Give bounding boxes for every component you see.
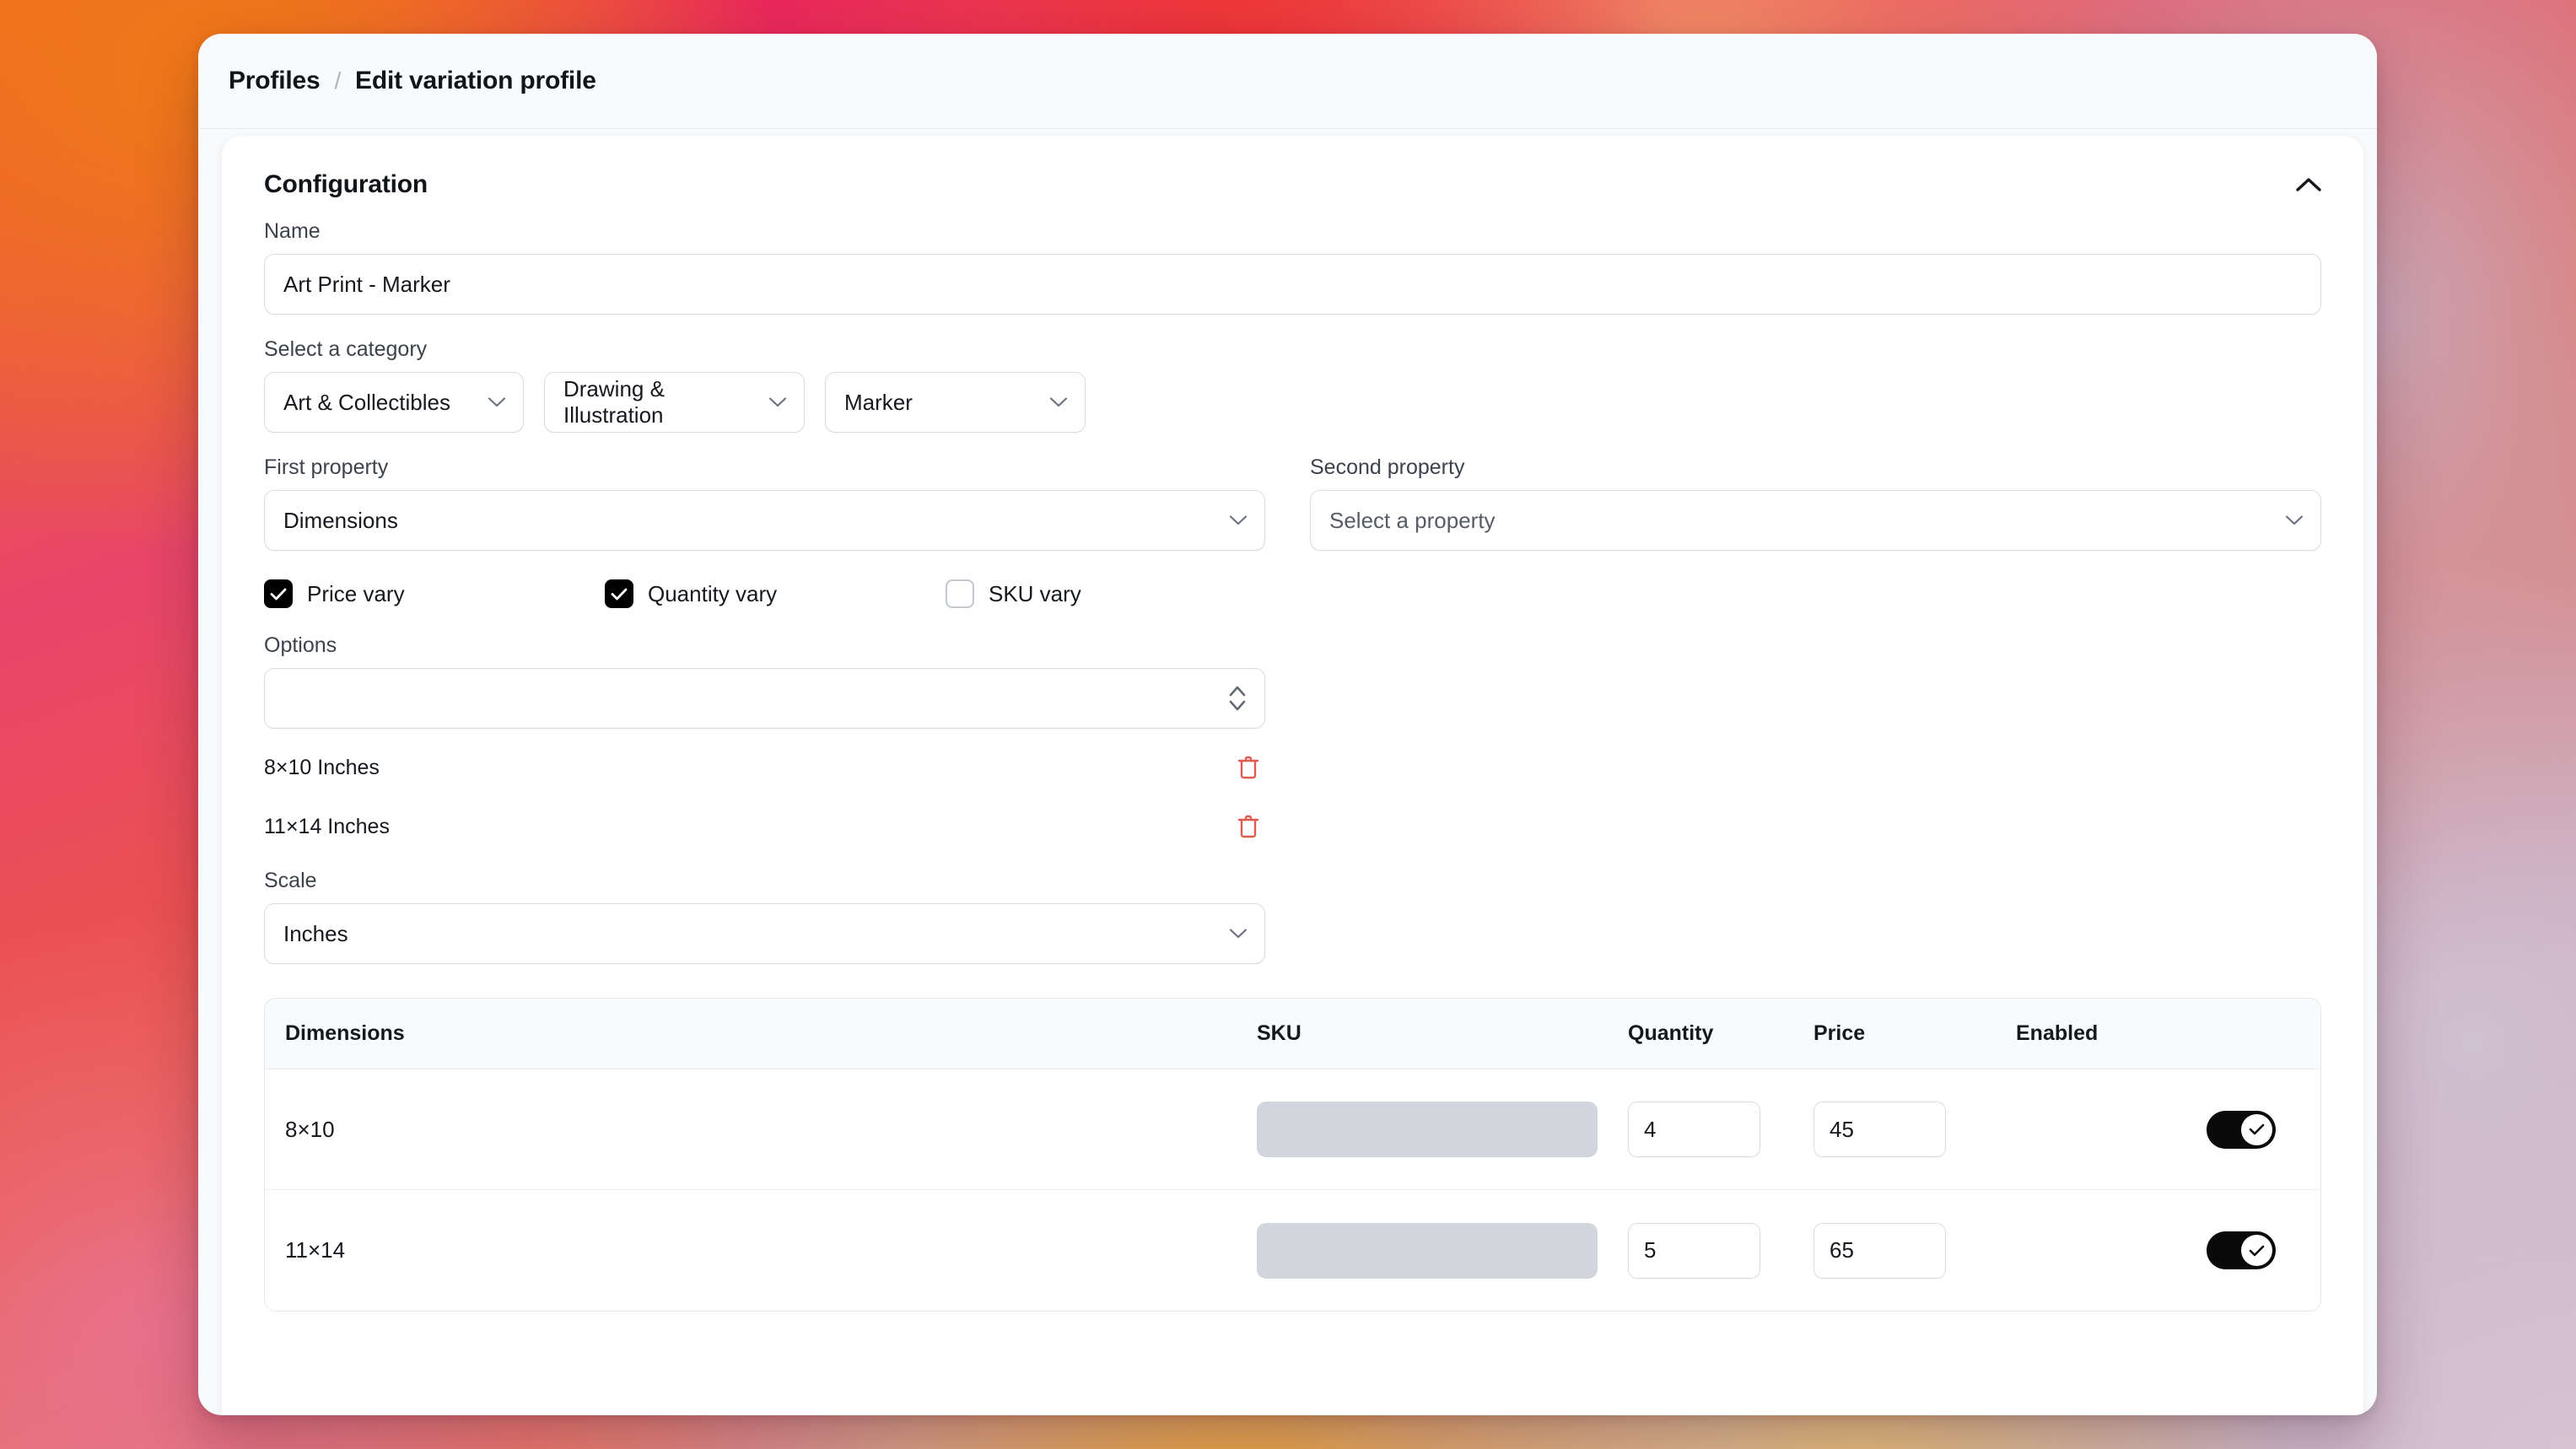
sku-input [1257, 1102, 1598, 1157]
quantity-input[interactable] [1628, 1222, 1760, 1279]
configuration-form: Name Select a category Art & Collectible… [222, 219, 2363, 964]
option-name: 11×14 Inches [264, 814, 390, 838]
cell-enabled [2016, 1110, 2286, 1149]
enabled-toggle[interactable] [2207, 1110, 2276, 1149]
second-property-label: Second property [1310, 455, 1465, 479]
price-input[interactable] [1813, 1222, 1946, 1279]
cell-quantity [1628, 1102, 1813, 1157]
configuration-panel: Configuration Name Select a category Art… [222, 137, 2363, 1415]
trash-icon[interactable] [1231, 751, 1265, 784]
category-level2-value: Drawing & Illustration [563, 376, 665, 428]
cell-sku [1257, 1222, 1628, 1279]
chevron-down-icon [768, 397, 787, 408]
column-header-enabled: Enabled [2016, 1021, 2099, 1045]
first-property-label: First property [264, 455, 389, 479]
toggle-check-icon [2241, 1235, 2272, 1266]
checkbox-unchecked-icon [946, 579, 974, 608]
column-header-sku: SKU [1257, 1021, 1301, 1045]
breadcrumb-separator: / [334, 67, 342, 94]
second-property-group: Second property Select a property [1310, 455, 2321, 551]
first-property-group: First property Dimensions [264, 455, 1310, 551]
quantity-vary-label: Quantity vary [648, 580, 778, 606]
checkbox-checked-icon [264, 579, 293, 608]
table-row: 11×14 [265, 1190, 2320, 1311]
option-name: 8×10 Inches [264, 755, 380, 779]
breadcrumb-current: Edit variation profile [355, 67, 596, 94]
price-vary-checkbox[interactable]: Price vary [264, 579, 605, 608]
app-window: Profiles / Edit variation profile Config… [198, 34, 2377, 1415]
scale-group: Scale Inches [264, 869, 2321, 964]
category-level3-select[interactable]: Marker [825, 372, 1086, 433]
scale-label: Scale [264, 869, 317, 892]
breadcrumb-root[interactable]: Profiles [229, 67, 321, 95]
cell-dimensions: 11×14 [285, 1237, 346, 1263]
variations-table: Dimensions SKU Quantity Price Enabled 8×… [264, 998, 2321, 1312]
trash-icon[interactable] [1231, 810, 1265, 843]
enabled-toggle[interactable] [2207, 1231, 2276, 1269]
quantity-vary-checkbox[interactable]: Quantity vary [605, 579, 946, 608]
name-label: Name [264, 219, 321, 243]
column-header-dimensions: Dimensions [285, 1021, 405, 1045]
chevron-down-icon [1229, 929, 1248, 940]
table-row: 8×10 [265, 1069, 2320, 1190]
list-item: 8×10 Inches [264, 751, 1265, 784]
vary-options-row: Price vary Quantity vary SKU vary [264, 579, 2321, 608]
chevron-down-icon [2285, 515, 2304, 526]
page-title: Configuration [264, 170, 428, 198]
options-group: Options 8×10 Inches 11×14 Inches [264, 633, 2321, 843]
options-label: Options [264, 633, 337, 657]
toggle-check-icon [2241, 1113, 2272, 1145]
property-row: First property Dimensions Second propert… [264, 455, 2321, 551]
category-field-group: Select a category Art & Collectibles Dra… [264, 337, 2321, 433]
sku-input [1257, 1222, 1598, 1279]
list-item: 11×14 Inches [264, 810, 1265, 843]
cell-sku [1257, 1102, 1628, 1157]
second-property-value: Select a property [1329, 507, 1495, 533]
chevron-up-down-icon[interactable] [1227, 682, 1248, 714]
category-level2-select[interactable]: Drawing & Illustration [544, 372, 805, 433]
chevron-down-icon [1229, 515, 1248, 526]
column-header-price: Price [1813, 1021, 1866, 1045]
category-level3-value: Marker [844, 389, 913, 415]
category-label: Select a category [264, 337, 428, 361]
cell-quantity [1628, 1222, 1813, 1279]
configuration-panel-header: Configuration [222, 137, 2363, 219]
price-vary-label: Price vary [307, 580, 405, 606]
breadcrumb: Profiles / Edit variation profile [229, 67, 596, 95]
sku-vary-checkbox[interactable]: SKU vary [946, 579, 1081, 608]
category-level1-select[interactable]: Art & Collectibles [264, 372, 524, 433]
second-property-select[interactable]: Select a property [1310, 490, 2321, 551]
first-property-value: Dimensions [283, 507, 398, 533]
price-input[interactable] [1813, 1102, 1946, 1157]
options-list: 8×10 Inches 11×14 Inches [264, 751, 2321, 843]
cell-enabled [2016, 1231, 2286, 1269]
sku-vary-label: SKU vary [989, 580, 1081, 606]
name-field-group: Name [264, 219, 2321, 315]
quantity-input[interactable] [1628, 1102, 1760, 1157]
cell-dimensions: 8×10 [285, 1116, 335, 1142]
checkbox-checked-icon [605, 579, 633, 608]
scale-value: Inches [283, 920, 348, 946]
scale-select[interactable]: Inches [264, 903, 1265, 964]
chevron-down-icon [1049, 397, 1068, 408]
column-header-quantity: Quantity [1628, 1021, 1714, 1045]
first-property-select[interactable]: Dimensions [264, 490, 1265, 551]
options-combobox[interactable] [264, 668, 1265, 729]
name-input[interactable] [264, 254, 2321, 315]
category-level1-value: Art & Collectibles [283, 389, 450, 415]
cell-price [1813, 1102, 2016, 1157]
chevron-down-icon [488, 397, 506, 408]
window-titlebar: Profiles / Edit variation profile [198, 34, 2377, 129]
chevron-up-icon[interactable] [2289, 165, 2328, 204]
category-select-row: Art & Collectibles Drawing & Illustratio… [264, 372, 2321, 433]
cell-price [1813, 1222, 2016, 1279]
table-header-row: Dimensions SKU Quantity Price Enabled [265, 999, 2320, 1069]
